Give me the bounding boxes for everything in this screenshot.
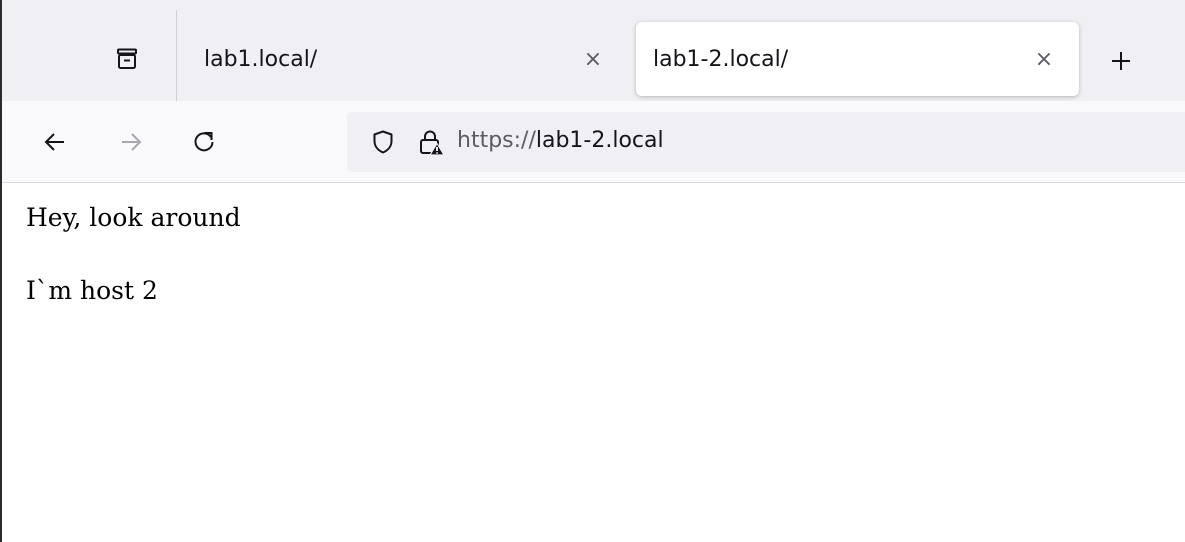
back-button[interactable] [40, 127, 70, 157]
page-text-line: I`m host 2 [26, 276, 158, 305]
forward-button[interactable] [116, 127, 146, 157]
arrow-right-icon [122, 133, 142, 151]
tab-lab1-local[interactable]: lab1.local/ × [178, 22, 628, 96]
url-bar[interactable]: https://lab1-2.local [347, 112, 1185, 172]
arrow-left-icon [44, 133, 64, 151]
navigation-toolbar: https://lab1-2.local [2, 101, 1185, 183]
tab-strip: lab1.local/ × lab1-2.local/ × [2, 0, 1185, 101]
page-text-line: Hey, look around [26, 203, 241, 232]
tab-lab1-2-local[interactable]: lab1-2.local/ × [636, 22, 1079, 96]
tab-label: lab1-2.local/ [653, 46, 789, 72]
tab-separator [176, 10, 177, 101]
new-tab-button[interactable] [1106, 46, 1136, 76]
close-icon: × [583, 46, 603, 72]
tab-close-button[interactable]: × [1029, 44, 1059, 74]
url-host: lab1-2.local [535, 128, 664, 153]
page-content: Hey, look around I`m host 2 [2, 183, 1185, 542]
shield-icon[interactable] [370, 129, 396, 155]
tab-overview-icon [117, 48, 137, 69]
lock-warning-icon[interactable] [417, 128, 445, 156]
tab-close-button[interactable]: × [578, 44, 608, 74]
close-icon: × [1034, 46, 1054, 72]
reload-icon [194, 132, 214, 152]
url-scheme: https:// [457, 128, 536, 153]
tab-overview-button[interactable] [114, 46, 140, 72]
browser-window: lab1.local/ × lab1-2.local/ × https://la… [0, 0, 1185, 542]
url-text: https://lab1-2.local [457, 126, 664, 156]
reload-button[interactable] [189, 127, 219, 157]
tab-label: lab1.local/ [204, 46, 318, 72]
plus-icon [1112, 52, 1130, 70]
